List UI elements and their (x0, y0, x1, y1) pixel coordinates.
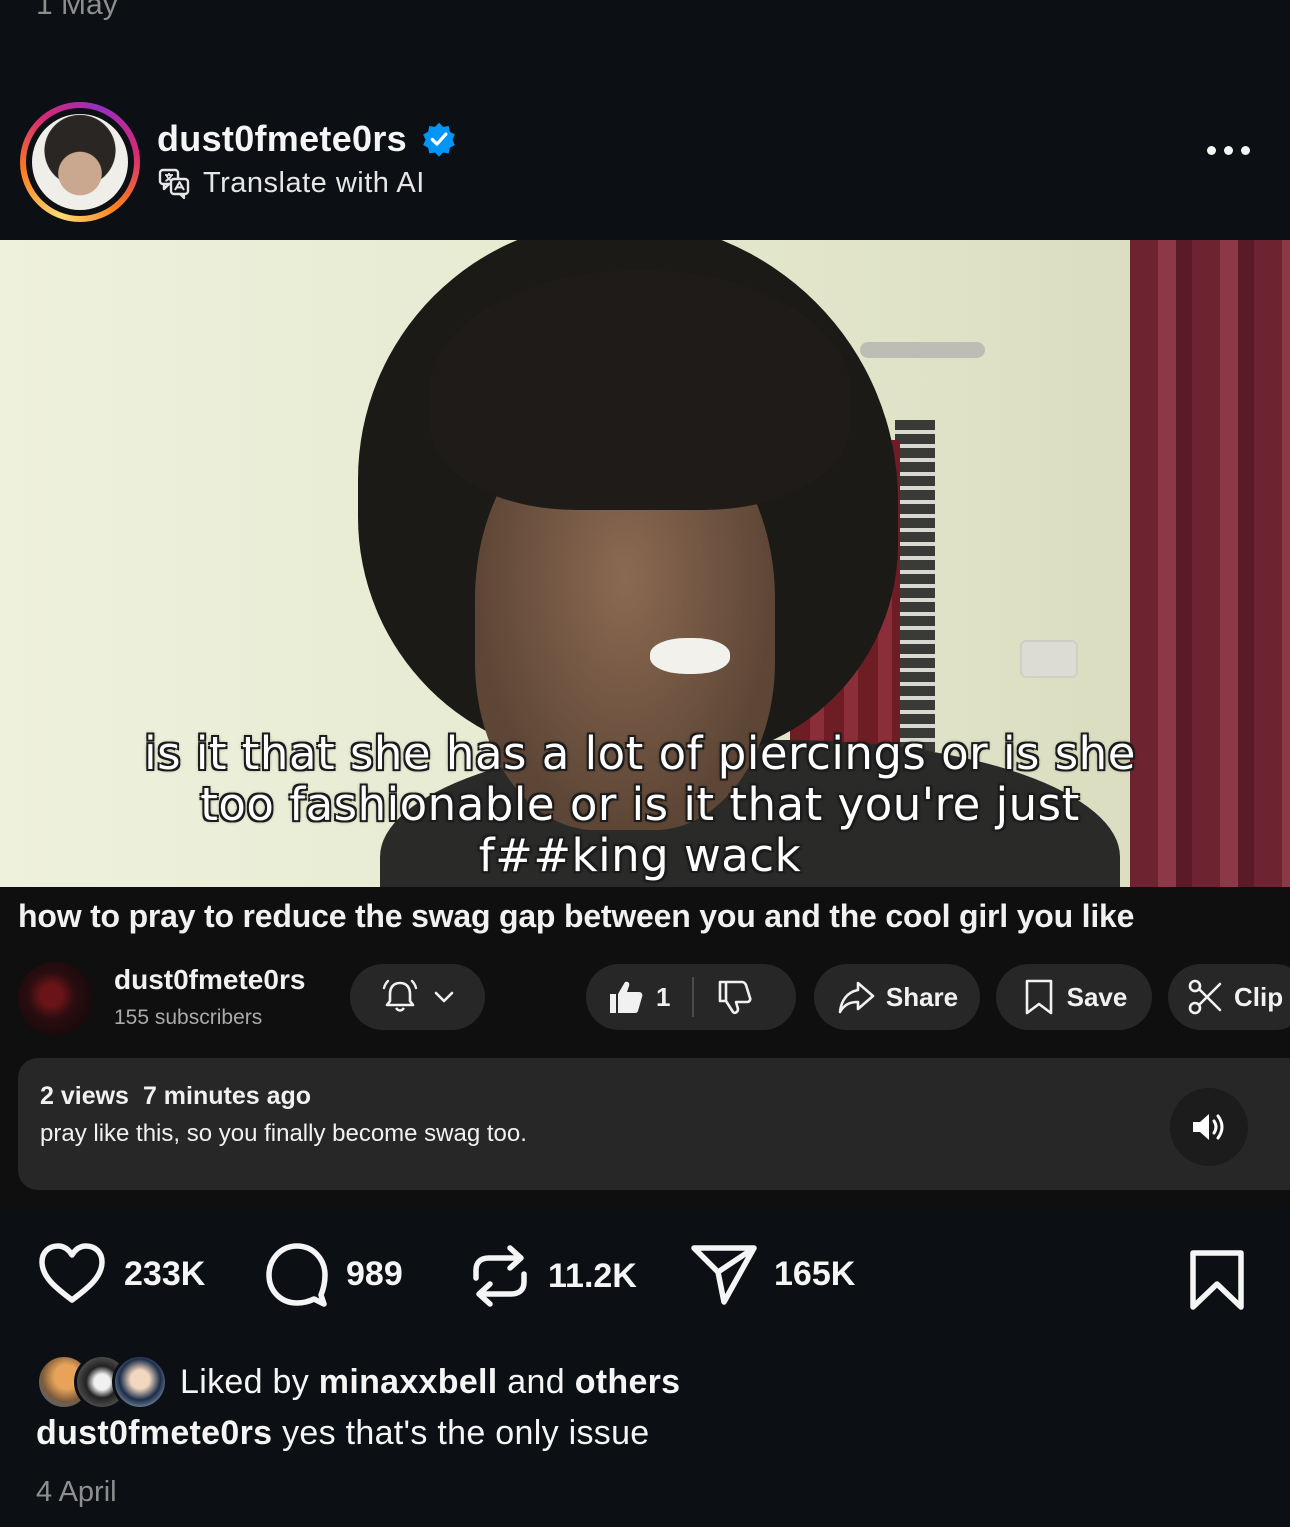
view-count: 2 views (40, 1082, 129, 1110)
post-media-screenshot[interactable]: is it that she has a lot of piercings or… (0, 240, 1290, 1208)
more-options-button[interactable] (1207, 146, 1250, 155)
save-post-button[interactable] (1188, 1248, 1246, 1317)
avatar (32, 114, 128, 210)
send-icon (691, 1245, 757, 1305)
divider (692, 977, 695, 1017)
channel-name: dust0fmete0rs (114, 964, 306, 995)
post-header: dust0fmete0rs Translate with AI (0, 100, 1290, 240)
notification-pill (350, 964, 485, 1030)
thumbs-up-icon (610, 981, 643, 1013)
upload-time: 7 minutes ago (142, 1082, 312, 1110)
save-button[interactable]: Save (996, 964, 1152, 1030)
bookmark-icon (1025, 979, 1052, 1015)
translate-label: Translate with AI (203, 166, 425, 199)
post-caption: dust0fmete0rs yes that's the only issue (36, 1414, 649, 1453)
liked-by-and: and (507, 1362, 565, 1401)
liked-by-text: Liked by minaxxbell and others (180, 1363, 680, 1402)
wall-switch (1020, 640, 1078, 678)
more-dot-icon (1224, 146, 1233, 155)
share-label: Share (885, 981, 959, 1012)
heart-icon (39, 1243, 105, 1303)
person-fringe (430, 270, 850, 510)
username[interactable]: dust0fmete0rs (157, 118, 407, 160)
curtain-rod (860, 342, 985, 358)
post-actions: 233K 989 11.2K 165K (0, 1240, 1290, 1320)
more-dot-icon (1207, 146, 1216, 155)
description-box: 2 views 7 minutes ago pray like this, so … (18, 1058, 1290, 1190)
liker-avatar (112, 1354, 168, 1410)
clip-label: Clip (1234, 981, 1284, 1012)
repost-button[interactable]: 11.2K (468, 1240, 637, 1312)
bookmark-icon (1190, 1250, 1244, 1310)
like-dislike-pill: 1 (586, 964, 796, 1030)
bell-icon (382, 979, 417, 1012)
verified-badge-icon (423, 122, 455, 157)
share-button[interactable]: Share (814, 964, 980, 1030)
comment-count: 989 (346, 1254, 403, 1293)
like-button[interactable]: 233K (36, 1240, 205, 1308)
video-description: pray like this, so you finally become sw… (40, 1120, 527, 1147)
person-mouth (650, 638, 730, 674)
chevron-down-icon (434, 991, 453, 1003)
scissors-icon (1188, 979, 1222, 1015)
repost-icon (473, 1245, 527, 1307)
channel-avatar (18, 962, 92, 1036)
thumbs-down-icon (719, 980, 753, 1015)
post-date: 4 April (36, 1476, 117, 1508)
repost-count: 11.2K (548, 1256, 637, 1295)
like-count: 1 (656, 981, 671, 1012)
video-frame: is it that she has a lot of piercings or… (0, 240, 1290, 887)
channel-row: dust0fmete0rs 155 subscribers 1 Share Sa… (0, 958, 1290, 1038)
more-dot-icon (1241, 146, 1250, 155)
translate-icon (158, 168, 190, 200)
save-label: Save (1066, 981, 1128, 1012)
translate-with-ai[interactable]: Translate with AI (157, 166, 425, 200)
audio-toggle-button[interactable] (1170, 1088, 1248, 1166)
comment-bubble-icon (266, 1243, 328, 1307)
story-ring-avatar[interactable] (20, 102, 140, 222)
share-arrow-icon (838, 981, 875, 1014)
caption-username[interactable]: dust0fmete0rs (36, 1414, 272, 1452)
share-count: 165K (774, 1254, 856, 1293)
clip-button[interactable]: Clip (1168, 964, 1290, 1030)
share-button[interactable]: 165K (690, 1240, 855, 1308)
liked-by-row[interactable]: Liked by minaxxbell and others (36, 1354, 680, 1410)
liked-by-prefix: Liked by (180, 1362, 310, 1401)
previous-post-date: 1 May (36, 0, 118, 21)
video-subtitle: is it that she has a lot of piercings or… (144, 727, 1136, 882)
like-count: 233K (124, 1254, 206, 1293)
subscriber-count: 155 subscribers (114, 1006, 263, 1029)
comment-button[interactable]: 989 (264, 1240, 403, 1308)
caption-text: yes that's the only issue (282, 1414, 650, 1452)
liked-by-user[interactable]: minaxxbell (319, 1363, 498, 1401)
video-title: how to pray to reduce the swag gap betwe… (18, 898, 1135, 934)
liked-by-others[interactable]: others (575, 1363, 681, 1401)
speaker-icon (1193, 1114, 1224, 1140)
